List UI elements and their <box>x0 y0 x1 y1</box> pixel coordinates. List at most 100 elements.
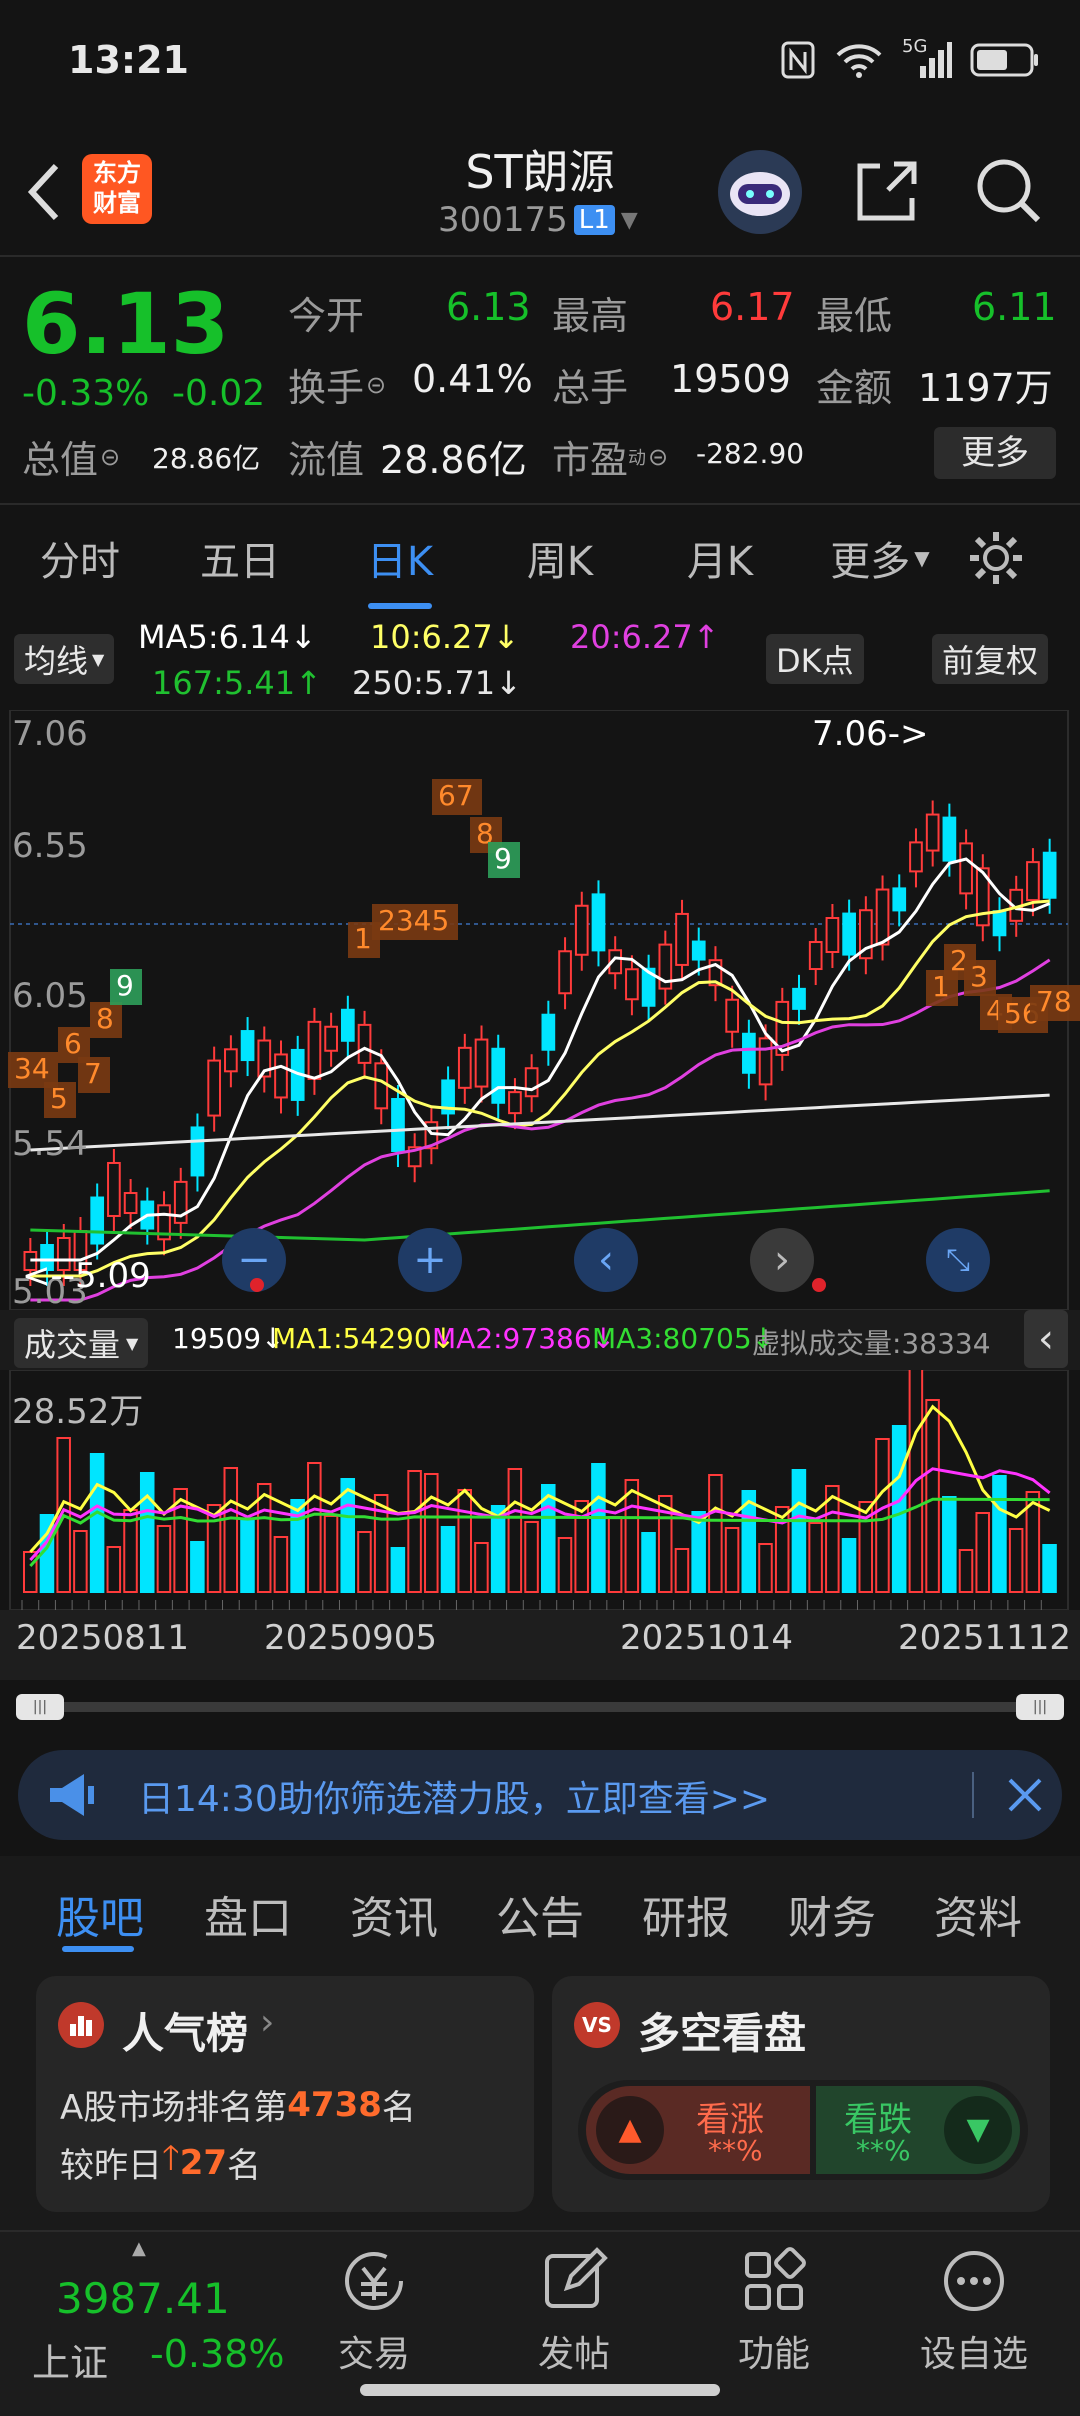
candle <box>90 1183 105 1260</box>
volume-bar <box>975 1512 990 1593</box>
collapse-panel-button[interactable]: ‹ <box>1024 1310 1068 1368</box>
grid-icon <box>745 2247 806 2310</box>
candle <box>491 1034 506 1119</box>
volume-current: 19509↓ <box>172 1322 285 1355</box>
volume-bar <box>89 1453 105 1593</box>
chevron-down-icon: ▼ <box>620 207 638 233</box>
candle <box>257 1026 272 1093</box>
scroll-left-button[interactable]: ‹ <box>574 1228 638 1292</box>
stock-code: 300175 <box>438 200 568 240</box>
volume-bar <box>407 1470 422 1593</box>
virtual-volume: 虚拟成交量:38334 <box>752 1327 991 1360</box>
info-icon: ⊝ <box>100 442 121 471</box>
candle <box>190 1113 205 1192</box>
vote-down-button[interactable]: 看跌 **% ▼ <box>816 2086 1020 2174</box>
level-badge: L1 <box>573 205 615 235</box>
index-value: 3987.41 <box>56 2274 230 2323</box>
chevron-left-icon: ‹ <box>598 1237 614 1283</box>
volume-chart[interactable] <box>0 1370 1080 1610</box>
index-change: -0.38% <box>150 2332 285 2376</box>
volume-legend: 成交量 ▼ 19509↓ MA1:54290↓ MA2:97386↓ MA3:80… <box>0 1310 1080 1370</box>
tab-announcements[interactable]: 公告 <box>496 1882 584 1946</box>
status-bar: 13:21 5G <box>0 0 1080 120</box>
close-icon[interactable] <box>1006 1776 1044 1814</box>
range-slider-track[interactable] <box>40 1702 1040 1712</box>
candle <box>992 897 1007 952</box>
kline-chart[interactable]: 345678912345678912 34 5678 <box>0 710 1080 1310</box>
more-button[interactable]: 更多 <box>934 427 1056 479</box>
volume-bar <box>591 1463 606 1593</box>
promo-banner[interactable]: 日14:30助你筛选潜力股，立即查看>> <box>18 1750 1062 1840</box>
candle <box>357 1010 372 1079</box>
tab-intraday[interactable]: 分时 <box>0 529 160 587</box>
wifi-icon <box>836 44 882 78</box>
volume-bar <box>1042 1544 1057 1593</box>
nav-trade[interactable]: 交易 <box>274 2246 474 2377</box>
range-slider-right-handle[interactable]: ||| <box>1016 1694 1064 1720</box>
indicator-selector[interactable]: 成交量 ▼ <box>14 1318 149 1368</box>
dk-point-button[interactable]: DK点 <box>766 634 864 684</box>
nav-post[interactable]: 发帖 <box>474 2246 674 2377</box>
candle <box>307 1007 322 1095</box>
megaphone-icon <box>50 1774 94 1816</box>
volume-bar <box>507 1468 523 1593</box>
tab-news[interactable]: 资讯 <box>350 1882 438 1946</box>
chevron-down-icon: ▼ <box>126 1333 139 1353</box>
share-icon[interactable] <box>852 156 922 226</box>
candle <box>808 928 823 986</box>
ma-selector[interactable]: 均线 ▼ <box>14 634 115 684</box>
edit-icon <box>545 2247 608 2308</box>
zoom-in-button[interactable]: + <box>398 1228 462 1292</box>
assistant-robot-icon[interactable] <box>718 150 802 234</box>
volume-bar <box>357 1531 372 1593</box>
candle <box>775 987 790 1071</box>
tab-profile[interactable]: 资料 <box>934 1882 1022 1946</box>
signal-marker: 78 <box>1030 985 1080 1021</box>
vote-up-button[interactable]: ▲ 看涨 **% <box>586 2086 810 2174</box>
tab-forum[interactable]: 股吧 <box>56 1882 144 1946</box>
nav-add-watchlist[interactable]: 设自选 <box>874 2246 1074 2377</box>
ma-legend: 均线 ▼ MA5:6.14↓ 10:6.27↓ 20:6.27↑ 167:5.41… <box>0 610 1080 710</box>
volume-bar <box>891 1425 907 1593</box>
volume-bar <box>307 1462 322 1593</box>
tab-monthly-k[interactable]: 月K <box>640 529 800 587</box>
signal-marker: 7 <box>78 1057 110 1093</box>
tab-research[interactable]: 研报 <box>642 1882 730 1946</box>
svg-text:5: 5 <box>50 1082 68 1115</box>
tab-handicap[interactable]: 盘口 <box>204 1882 292 1946</box>
open-label: 今开 <box>288 294 365 338</box>
scroll-right-button[interactable]: › <box>750 1228 814 1292</box>
nav-post-label: 发帖 <box>537 2334 610 2375</box>
tab-weekly-k[interactable]: 周K <box>480 529 640 587</box>
tab-more[interactable]: 更多 ▼ <box>800 529 960 587</box>
svg-text:9: 9 <box>116 969 134 1002</box>
svg-text:1: 1 <box>354 922 372 955</box>
volume-value: 19509 <box>670 357 791 401</box>
stock-code-selector[interactable]: 300175 L1 ▼ <box>438 200 638 240</box>
volume-bar <box>791 1469 807 1593</box>
tab-five-day[interactable]: 五日 <box>160 529 320 587</box>
volume-bar <box>424 1473 439 1593</box>
tab-finance[interactable]: 财务 <box>788 1882 876 1946</box>
nav-functions[interactable]: 功能 <box>674 2246 874 2377</box>
rank-delta: 27 <box>179 2142 228 2183</box>
settings-gear-icon[interactable] <box>966 528 1026 588</box>
fullscreen-button[interactable]: ⤡ <box>926 1228 990 1292</box>
nav-watchlist-label: 设自选 <box>919 2334 1028 2375</box>
index-ticker[interactable]: ▲ 3987.41 上证 -0.38% <box>20 2238 300 2388</box>
svg-text:9: 9 <box>494 842 512 875</box>
volume-bar <box>457 1489 472 1593</box>
nav-functions-label: 功能 <box>737 2334 810 2375</box>
search-icon[interactable] <box>972 154 1044 226</box>
range-slider-left-handle[interactable]: ||| <box>16 1694 64 1720</box>
chevron-down-icon: ▼ <box>92 649 105 669</box>
turnover-label: 换手 ⊝ <box>288 366 387 410</box>
volume-max-label: 28.52万 <box>12 1392 144 1432</box>
adjust-mode-button[interactable]: 前复权 <box>932 634 1049 684</box>
y-label-2: 6.55 <box>12 826 88 866</box>
signal-marker: 9 <box>110 969 142 1005</box>
signal-marker: 67 <box>432 779 482 815</box>
tab-daily-k[interactable]: 日K <box>320 529 480 609</box>
open-value: 6.13 <box>446 285 531 329</box>
popularity-card[interactable]: 人气榜 › A股市场排名第 4738 名 较昨日 🡑 27 名 <box>36 1976 534 2212</box>
